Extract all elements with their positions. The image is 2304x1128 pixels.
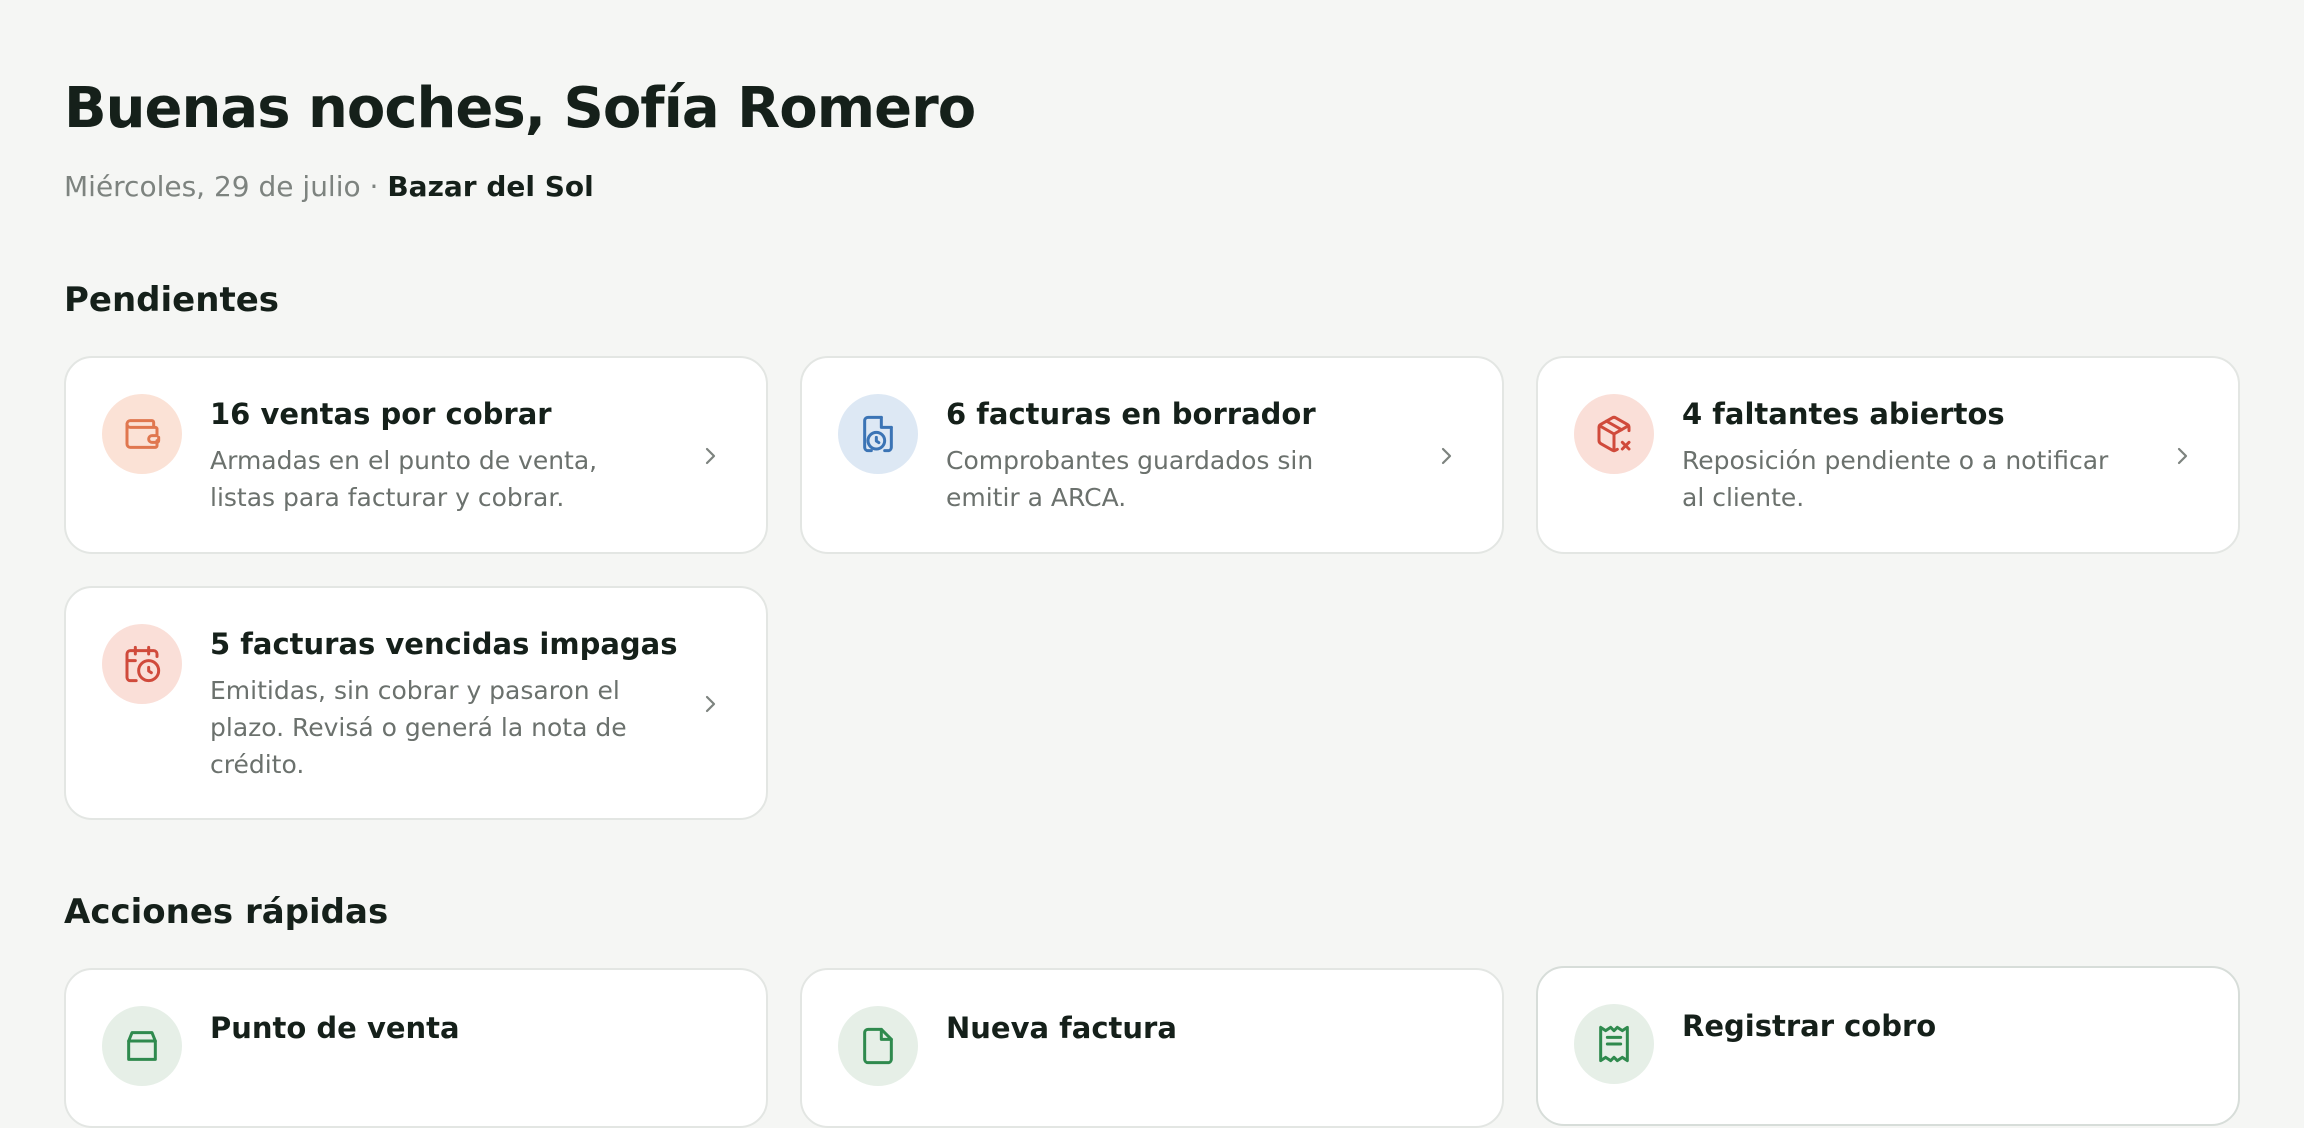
pending-card-sales-to-collect[interactable]: 16 ventas por cobrar Armadas en el punto… xyxy=(64,356,768,554)
pending-card-description: Armadas en el punto de venta, listas par… xyxy=(210,446,598,512)
wallet-icon xyxy=(102,394,182,474)
quick-action-register-payment[interactable]: Registrar cobro xyxy=(1536,966,2240,1126)
chevron-right-icon xyxy=(1434,444,1458,468)
pending-card-open-shortages[interactable]: 4 faltantes abiertos Reposición pendient… xyxy=(1536,356,2240,554)
pending-card-overdue-invoices[interactable]: 5 facturas vencidas impagas Emitidas, si… xyxy=(64,586,768,820)
quick-action-point-of-sale[interactable]: Punto de venta xyxy=(64,968,768,1128)
quick-action-new-invoice[interactable]: Nueva factura xyxy=(800,968,1504,1128)
store-icon xyxy=(102,1006,182,1086)
quick-action-title: Punto de venta xyxy=(210,1011,460,1045)
package-x-icon xyxy=(1574,394,1654,474)
quick-action-title: Registrar cobro xyxy=(1682,1009,1937,1043)
calendar-clock-icon xyxy=(102,624,182,704)
pending-card-draft-invoices[interactable]: 6 facturas en borrador Comprobantes guar… xyxy=(800,356,1504,554)
greeting-title: Buenas noches, Sofía Romero xyxy=(64,76,976,141)
pending-card-description: Comprobantes guardados sin emitir a ARCA… xyxy=(946,446,1314,512)
pending-card-title: 16 ventas por cobrar xyxy=(210,397,552,431)
chevron-right-icon xyxy=(698,444,722,468)
dashboard-page: Buenas noches, Sofía Romero Miércoles, 2… xyxy=(64,0,2240,1128)
pending-section-title: Pendientes xyxy=(64,280,279,320)
date-store-line: Miércoles, 29 de julio · Bazar del Sol xyxy=(64,170,594,203)
receipt-icon xyxy=(1574,1004,1654,1084)
pending-card-title: 4 faltantes abiertos xyxy=(1682,397,2005,431)
quick-action-title: Nueva factura xyxy=(946,1011,1177,1045)
pending-card-title: 5 facturas vencidas impagas xyxy=(210,627,678,661)
separator: · xyxy=(360,170,388,203)
chevron-right-icon xyxy=(698,692,722,716)
store-name: Bazar del Sol xyxy=(387,170,594,203)
date-text: Miércoles, 29 de julio xyxy=(64,170,361,203)
chevron-right-icon xyxy=(2170,444,2194,468)
pending-card-title: 6 facturas en borrador xyxy=(946,397,1316,431)
pending-card-description: Reposición pendiente o a notificar al cl… xyxy=(1682,446,2109,512)
file-plus-icon xyxy=(838,1006,918,1086)
file-clock-icon xyxy=(838,394,918,474)
pending-card-description: Emitidas, sin cobrar y pasaron el plazo.… xyxy=(210,676,627,779)
quick-actions-section-title: Acciones rápidas xyxy=(64,892,389,932)
